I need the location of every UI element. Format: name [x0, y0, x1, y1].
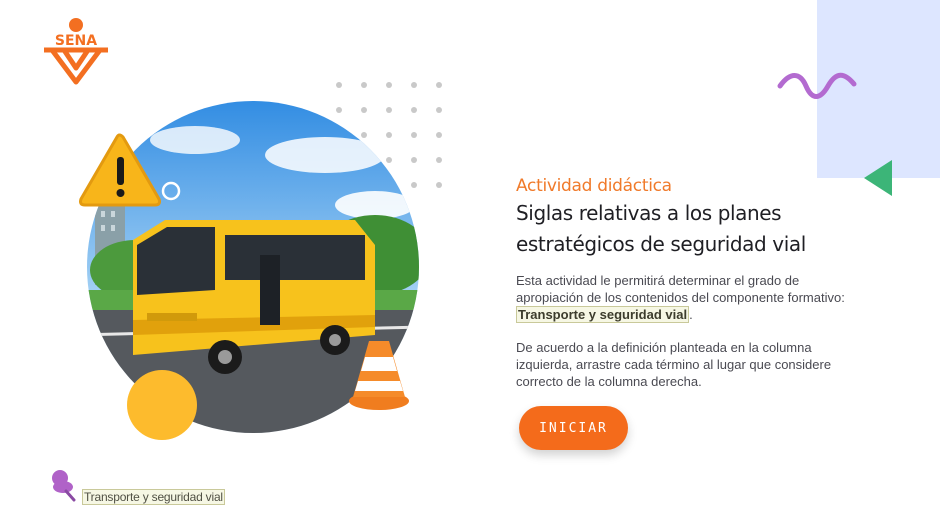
sena-logo: SENA	[44, 18, 108, 85]
wave-icon	[777, 72, 857, 99]
description-suffix: .	[689, 307, 693, 322]
activity-title: Siglas relativas a los planes estratégic…	[516, 201, 806, 256]
triangle-icon	[864, 160, 892, 196]
component-name-label: Transporte y seguridad vial	[82, 489, 225, 505]
start-button[interactable]: INICIAR	[519, 406, 628, 450]
component-highlight: Transporte y seguridad vial	[516, 306, 690, 323]
activity-intro: Actividad didáctica Siglas relativas a l…	[516, 176, 846, 390]
pushpin-icon	[52, 470, 76, 502]
activity-kicker: Actividad didáctica	[516, 176, 672, 196]
bus-illustration	[79, 101, 419, 440]
logo-text: SENA	[55, 33, 97, 49]
description-prefix: Esta actividad le permitirá determinar e…	[516, 273, 845, 305]
activity-description: Esta actividad le permitirá determinar e…	[516, 272, 846, 323]
activity-instructions: De acuerdo a la definición planteada en …	[516, 340, 832, 389]
